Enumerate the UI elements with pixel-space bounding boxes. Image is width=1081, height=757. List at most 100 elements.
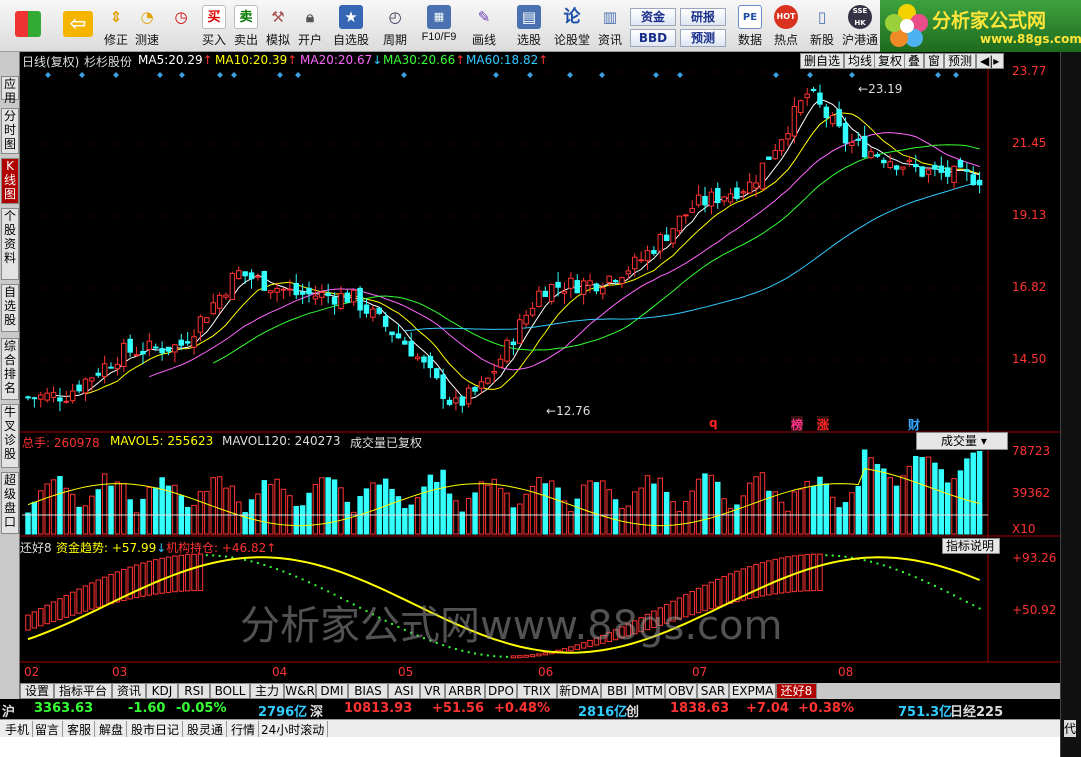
tab-diagnosis[interactable]: 牛叉诊股 — [1, 404, 19, 468]
indicator-tab[interactable]: VR — [420, 683, 445, 699]
diary-link[interactable]: 股市日记 — [128, 721, 184, 738]
indicator-tab[interactable]: OBV — [665, 683, 697, 699]
speed-test-button[interactable]: ◔ 测速 — [132, 3, 162, 49]
volume-bar — [631, 491, 638, 535]
indicator-tab[interactable]: BIAS — [348, 683, 388, 699]
event-marker-finance[interactable]: 财 — [908, 416, 920, 433]
adjust-button[interactable]: 复权 — [874, 53, 907, 69]
indicator-tab-bar: 设置 指标平台 资讯 KDJ RSI BOLL 主力 W&R DMI BIAS ASI VR ARBR D… — [20, 683, 1060, 699]
clock-button[interactable]: ◷ — [166, 3, 196, 49]
indicator-tab[interactable]: RSI — [178, 683, 210, 699]
volume-bar — [25, 512, 31, 535]
hot-button[interactable]: HOT 热点 — [770, 3, 802, 49]
indicator-tab[interactable]: ASI — [388, 683, 420, 699]
open-account-button[interactable]: 🔒︎ 开户 — [294, 3, 326, 49]
tab-intraday[interactable]: 分时图 — [1, 108, 19, 154]
message-link[interactable]: 留言 — [32, 721, 64, 738]
volume-bar — [625, 505, 632, 535]
remove-watchlist-button[interactable]: 删自选 — [800, 53, 845, 69]
indicator-tab[interactable]: TRIX — [517, 683, 557, 699]
indicator-tab[interactable]: BOLL — [210, 683, 250, 699]
indicator-tab[interactable]: W&R — [284, 683, 316, 699]
indicator-tab[interactable]: 指标平台 — [54, 683, 112, 699]
discuss-button[interactable]: 论 论股堂 — [552, 3, 592, 49]
predict-button[interactable]: 预测 — [944, 53, 977, 69]
indicator-dot — [940, 588, 943, 591]
kline-chart-area[interactable]: 日线(复权) 杉杉股份 MA5:20.29↑ MA10:20.39↑ MA20:… — [20, 52, 1060, 683]
month-label: 07 — [692, 665, 708, 679]
candle-body — [108, 366, 114, 369]
rolling-news-link[interactable]: 24小时滚动 — [258, 721, 329, 738]
indicator-tab[interactable]: 还好8 — [776, 683, 817, 699]
indicator-tab[interactable]: ARBR — [445, 683, 485, 699]
high-price-label: ←23.19 — [858, 82, 903, 96]
analysis-link[interactable]: 解盘 — [96, 721, 128, 738]
indicator-tab[interactable]: MTM — [633, 683, 665, 699]
ma10-label: MA10:20.39↑ — [215, 53, 298, 67]
tab-ranking[interactable]: 综合排名 — [1, 338, 19, 400]
data-button[interactable]: PE 数据 — [734, 3, 766, 49]
research-button[interactable]: 研报 — [680, 8, 726, 26]
indicator-tab[interactable]: BBI — [601, 683, 633, 699]
overlay-button[interactable]: 叠 — [904, 53, 925, 69]
volume-bar — [299, 505, 306, 535]
indicator-tab[interactable]: KDJ — [146, 683, 178, 699]
f10-button[interactable]: ▦ F10/F9 — [416, 3, 462, 49]
month-label: 05 — [398, 665, 414, 679]
indicator-dot — [921, 579, 924, 582]
indicator-dot — [863, 559, 866, 562]
indicator-tab[interactable]: DPO — [485, 683, 517, 699]
event-marker-rise[interactable]: 涨 — [817, 416, 830, 433]
forecast-button[interactable]: 预测 — [680, 29, 726, 47]
tab-order-book[interactable]: 超级盘口 — [1, 472, 19, 534]
stock-filter-button[interactable]: ▤ 选股 — [508, 3, 550, 49]
candle-body — [146, 340, 153, 350]
volume-bar — [127, 499, 133, 535]
left-tab-bar: 应用 分时图 K线图 个股资料 自选股 综合排名 牛叉诊股 超级盘口 — [0, 52, 20, 720]
indicator-help-button[interactable]: 指标说明 — [942, 538, 1000, 554]
news-button[interactable]: ▥ 资讯 — [594, 3, 626, 49]
fund-button[interactable]: 资金 — [630, 8, 676, 26]
ma30-label: MA30:20.66↑ — [383, 53, 466, 67]
volume-selector[interactable]: 成交量 ▾ — [916, 432, 1008, 450]
indicator-bar — [536, 653, 542, 657]
fix-button[interactable]: ⇕ 修正 — [100, 3, 132, 49]
kline-chart-svg[interactable] — [20, 52, 1060, 683]
indicator-tab[interactable]: SAR — [697, 683, 729, 699]
volume-bar — [529, 485, 536, 535]
period-button[interactable]: ◴ 周期 — [374, 3, 416, 49]
draw-line-button[interactable]: ✎ 画线 — [464, 3, 504, 49]
indicator-tab[interactable]: 新DMA — [557, 683, 601, 699]
indicator-tab[interactable]: 主力 — [250, 683, 284, 699]
tab-watchlist[interactable]: 自选股 — [1, 284, 19, 332]
sh-hk-connect-button[interactable]: SSE HK 沪港通 — [840, 3, 880, 49]
watchlist-button[interactable]: ★ 自选股 — [330, 3, 372, 49]
sell-button[interactable]: 卖 卖出 — [230, 3, 262, 49]
tab-stock-info[interactable]: 个股资料 — [1, 208, 19, 280]
windows-button[interactable] — [8, 3, 48, 49]
buy-button[interactable]: 买 买入 — [198, 3, 230, 49]
tab-kline[interactable]: K线图 — [1, 158, 19, 204]
quotes-link[interactable]: 行情 — [228, 721, 260, 738]
volume-bar — [600, 480, 606, 535]
indicator-tab[interactable]: EXPMA — [729, 683, 776, 699]
indicator-tab[interactable]: DMI — [316, 683, 348, 699]
bbd-button[interactable]: BBD — [630, 29, 676, 47]
simulate-button[interactable]: ⚒ 模拟 — [262, 3, 294, 49]
event-marker-q[interactable]: q — [709, 416, 718, 430]
service-link[interactable]: 客服 — [64, 721, 96, 738]
indicator-tab[interactable]: 资讯 — [112, 683, 146, 699]
event-marker-rank[interactable]: 榜 — [791, 416, 804, 433]
window-button[interactable]: 窗 — [924, 53, 945, 69]
ma-button[interactable]: 均线 — [844, 53, 877, 69]
mobile-link[interactable]: 手机 — [2, 721, 34, 738]
indicator-dot — [978, 607, 981, 610]
volume-bar — [236, 501, 242, 535]
back-button[interactable]: ⇦ — [58, 3, 98, 49]
indicator-tab[interactable]: 设置 — [20, 683, 54, 699]
candle-body — [267, 290, 274, 294]
stock-assistant-link[interactable]: 股灵通 — [184, 721, 228, 738]
play-toggle-button[interactable]: ◀|▸ — [976, 53, 1004, 69]
ipo-button[interactable]: ▯ 新股 — [806, 3, 838, 49]
tab-apps[interactable]: 应用 — [1, 76, 19, 105]
